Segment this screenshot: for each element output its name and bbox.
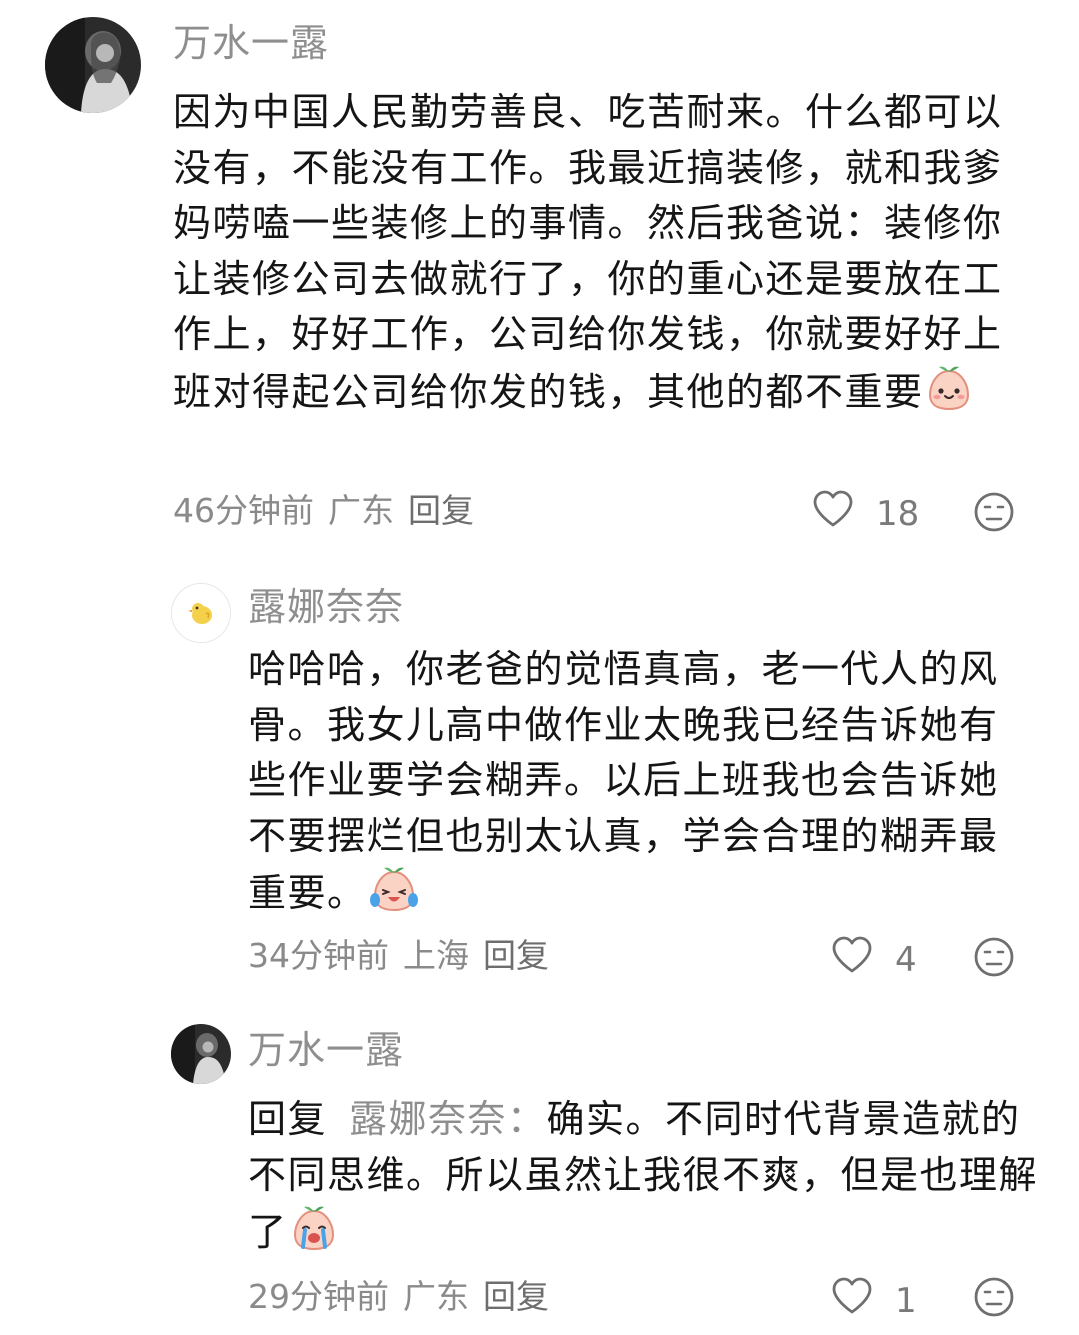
comment-time: 46分钟前: [173, 491, 314, 530]
reply-button[interactable]: 回复: [408, 491, 474, 530]
reply-target-name[interactable]: 露娜奈奈：: [349, 1097, 547, 1141]
reply-button[interactable]: 回复: [483, 1277, 549, 1316]
avatar[interactable]: [171, 583, 231, 643]
dislike-face-icon[interactable]: [973, 1276, 1015, 1322]
comment-text-content: 哈哈哈，你老爸的觉悟真高，老一代人的风骨。我女儿高中做作业太晚我已经告诉她有些作…: [248, 647, 999, 915]
comment-time: 34分钟前: [248, 936, 389, 975]
like-button[interactable]: 4: [831, 936, 917, 983]
reply-prefix: 回复: [248, 1097, 328, 1141]
dislike-face-icon[interactable]: [973, 936, 1015, 982]
like-button[interactable]: 1: [831, 1277, 917, 1324]
comment-text: 因为中国人民勤劳善良、吃苦耐来。什么都可以没有，不能没有工作。我最近搞装修，就和…: [173, 85, 1023, 426]
dislike-face-icon[interactable]: [973, 491, 1015, 537]
laugh-cry-emoji-icon: [369, 864, 419, 928]
comment-meta: 29分钟前 广东 回复: [248, 1277, 563, 1317]
like-count: 4: [895, 939, 917, 980]
comment-location: 上海: [403, 936, 469, 975]
crying-emoji-icon: [290, 1203, 338, 1267]
comment-location: 广东: [328, 491, 394, 530]
reply-button[interactable]: 回复: [483, 936, 549, 975]
reply-item: 万水一露 回复 露娜奈奈：确实。不同时代背景造就的不同思维。所以虽然让我很不爽，但…: [0, 1010, 1079, 1335]
comment-text: 回复 露娜奈奈：确实。不同时代背景造就的不同思维。所以虽然让我很不爽，但是也理解了: [248, 1092, 1038, 1267]
heart-icon: [831, 936, 873, 983]
avatar[interactable]: [171, 1024, 231, 1084]
comment-meta: 46分钟前 广东 回复: [173, 491, 488, 531]
comment-location: 广东: [403, 1277, 469, 1316]
smile-emoji-icon: [926, 363, 972, 427]
comment-text: 哈哈哈，你老爸的觉悟真高，老一代人的风骨。我女儿高中做作业太晚我已经告诉她有些作…: [248, 642, 1018, 928]
like-count: 1: [895, 1280, 917, 1321]
comment-meta: 34分钟前 上海 回复: [248, 936, 563, 976]
avatar[interactable]: [45, 17, 141, 113]
nickname[interactable]: 万水一露: [248, 1026, 404, 1074]
nickname[interactable]: 万水一露: [173, 19, 329, 67]
like-count: 18: [876, 493, 920, 534]
heart-icon: [812, 490, 854, 537]
heart-icon: [831, 1277, 873, 1324]
reply-item: 露娜奈奈 哈哈哈，你老爸的觉悟真高，老一代人的风骨。我女儿高中做作业太晚我已经告…: [0, 570, 1079, 990]
comment-text-content: 因为中国人民勤劳善良、吃苦耐来。什么都可以没有，不能没有工作。我最近搞装修，就和…: [173, 90, 1003, 414]
comment-item: 万水一露 因为中国人民勤劳善良、吃苦耐来。什么都可以没有，不能没有工作。我最近搞…: [0, 0, 1079, 560]
comment-time: 29分钟前: [248, 1277, 389, 1316]
like-button[interactable]: 18: [812, 490, 919, 537]
nickname[interactable]: 露娜奈奈: [248, 583, 404, 631]
